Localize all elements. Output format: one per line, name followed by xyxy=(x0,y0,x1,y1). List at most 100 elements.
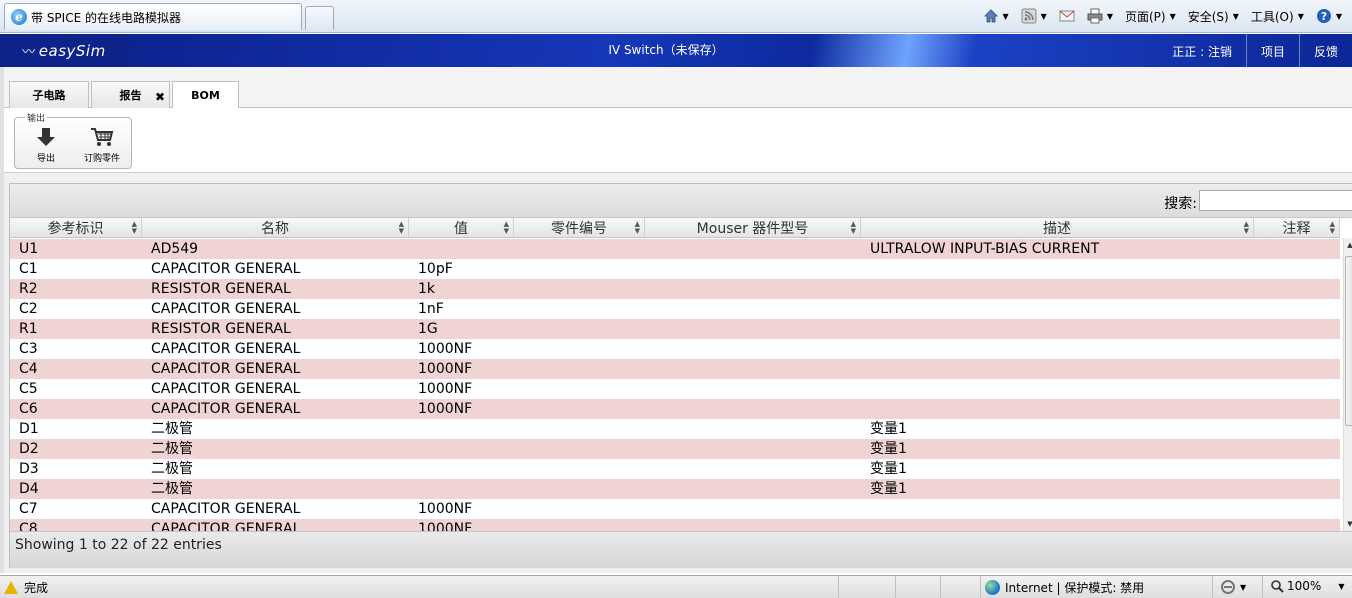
col-mouser-number-cell xyxy=(645,239,861,259)
col-mouser-number-header[interactable]: Mouser 器件型号 ▲ ▼ xyxy=(645,218,861,238)
col-name-cell: 二极管 xyxy=(151,421,193,437)
col-mouser-number-cell xyxy=(645,359,861,379)
new-tab-button[interactable] xyxy=(305,6,334,30)
col-name-cell: 二极管 xyxy=(151,481,193,497)
table-row[interactable]: U1 AD549 ULTRALOW INPUT-BIAS CURRENT xyxy=(10,239,1340,259)
tab-label: 子电路 xyxy=(32,89,66,102)
scroll-up-icon[interactable]: ▲ xyxy=(1344,238,1352,252)
scroll-thumb[interactable] xyxy=(1345,256,1352,426)
table-row[interactable]: C1 CAPACITOR GENERAL 10pF xyxy=(10,259,1340,279)
table-row[interactable]: C4 CAPACITOR GENERAL 1000NF xyxy=(10,359,1340,379)
user-logout-link[interactable]: 正正 : 注销 xyxy=(1158,34,1246,67)
toolbar: 输出 导出 订购零件 xyxy=(4,108,1352,173)
chevron-down-icon[interactable]: ▼ xyxy=(1003,12,1009,21)
chevron-down-icon[interactable]: ▼ xyxy=(1107,12,1113,21)
home-button[interactable]: ▼ xyxy=(979,6,1013,26)
mail-icon xyxy=(1059,10,1075,22)
group-label: 输出 xyxy=(25,111,48,124)
col-description-cell xyxy=(861,499,1254,519)
col-name-cell: CAPACITOR GENERAL xyxy=(151,261,301,277)
order-parts-button[interactable]: 订购零件 xyxy=(77,126,127,166)
zoom-icon xyxy=(1271,580,1284,593)
page-menu[interactable]: 页面(P) ▼ xyxy=(1121,6,1180,26)
col-description-cell: 变量1 xyxy=(870,441,907,457)
security-zone[interactable]: Internet | 保护模式: 禁用 xyxy=(985,579,1144,596)
sort-icon: ▲ ▼ xyxy=(131,220,137,235)
table-row[interactable]: C2 CAPACITOR GENERAL 1nF xyxy=(10,299,1340,319)
col-part-number-cell xyxy=(514,399,645,419)
chevron-down-icon[interactable]: ▼ xyxy=(1041,12,1047,21)
col-value-header[interactable]: 值 ▲ ▼ xyxy=(409,218,514,238)
table-row[interactable]: D4 二极管 变量1 xyxy=(10,479,1340,499)
search-input[interactable] xyxy=(1199,190,1352,211)
print-button[interactable]: ▼ xyxy=(1083,6,1117,26)
warning-icon[interactable] xyxy=(4,581,18,594)
vertical-scrollbar[interactable]: ▲ ▼ xyxy=(1343,238,1352,531)
tab-subcircuit[interactable]: 子电路 xyxy=(9,81,89,108)
col-name-cell: CAPACITOR GENERAL xyxy=(151,501,301,517)
table-row[interactable]: C8 CAPACITOR GENERAL 1000NF xyxy=(10,519,1340,531)
safety-menu[interactable]: 安全(S) ▼ xyxy=(1184,6,1243,26)
chevron-down-icon: ▼ xyxy=(1335,11,1342,21)
brand-name: easySim xyxy=(38,41,106,60)
protected-mode-button[interactable]: ▼ xyxy=(1220,579,1246,595)
table-row[interactable]: D2 二极管 变量1 xyxy=(10,439,1340,459)
browser-tab-bar: e 带 SPICE 的在线电路模拟器 ▼ ▼ ▼ 页面(P) ▼ 安全(S) ▼… xyxy=(0,0,1352,33)
table-row[interactable]: C6 CAPACITOR GENERAL 1000NF xyxy=(10,399,1340,419)
col-notes-cell xyxy=(1254,299,1340,319)
column-label: 描述 xyxy=(1043,221,1071,237)
col-value-cell xyxy=(409,239,514,259)
col-notes-cell xyxy=(1254,499,1340,519)
table-row[interactable]: C5 CAPACITOR GENERAL 1000NF xyxy=(10,379,1340,399)
close-icon[interactable]: ✖ xyxy=(155,90,165,104)
tabs-row: 子电路 报告 ✖ BOM xyxy=(4,67,1352,109)
col-part-number-header[interactable]: 零件编号 ▲ ▼ xyxy=(514,218,645,238)
col-description-cell xyxy=(861,299,1254,319)
feedback-link[interactable]: 反馈 xyxy=(1298,34,1352,67)
table-row[interactable]: R1 RESISTOR GENERAL 1G xyxy=(10,319,1340,339)
col-value-cell: 1nF xyxy=(418,301,444,317)
export-button[interactable]: 导出 xyxy=(21,126,71,166)
shield-icon xyxy=(1221,580,1235,594)
zoom-control[interactable]: 100% ▼ xyxy=(1270,579,1344,593)
table-row[interactable]: R2 RESISTOR GENERAL 1k xyxy=(10,279,1340,299)
col-description-header[interactable]: 描述 ▲ ▼ xyxy=(861,218,1254,238)
col-ref-designator-header[interactable]: 参考标识 ▲ ▼ xyxy=(10,218,142,238)
sort-icon: ▲ ▼ xyxy=(1329,220,1335,235)
status-text: 完成 xyxy=(24,581,49,595)
tools-menu[interactable]: 工具(O) ▼ xyxy=(1247,6,1308,26)
col-part-number-cell xyxy=(514,339,645,359)
projects-link[interactable]: 项目 xyxy=(1245,34,1299,67)
brand-logo[interactable]: 〰 easySim xyxy=(0,34,128,67)
browser-tab[interactable]: e 带 SPICE 的在线电路模拟器 xyxy=(4,3,302,30)
status-divider xyxy=(838,576,839,598)
feeds-button[interactable]: ▼ xyxy=(1017,6,1051,26)
scroll-down-icon[interactable]: ▼ xyxy=(1344,517,1352,531)
download-arrow-icon xyxy=(37,128,55,146)
col-mouser-number-cell xyxy=(645,439,861,459)
col-notes-cell xyxy=(1254,239,1340,259)
page-menu-label: 页面(P) xyxy=(1124,9,1166,24)
col-part-number-cell xyxy=(514,359,645,379)
tab-report[interactable]: 报告 ✖ xyxy=(91,81,170,108)
col-notes-cell xyxy=(1254,479,1340,499)
table-row[interactable]: D1 二极管 变量1 xyxy=(10,419,1340,439)
col-mouser-number-cell xyxy=(645,479,861,499)
col-description-cell xyxy=(861,319,1254,339)
mail-button[interactable] xyxy=(1055,6,1079,26)
col-ref-designator-cell: C1 xyxy=(19,261,38,277)
col-name-header[interactable]: 名称 ▲ ▼ xyxy=(142,218,409,238)
table-row[interactable]: C3 CAPACITOR GENERAL 1000NF xyxy=(10,339,1340,359)
tab-label: 报告 xyxy=(119,89,142,102)
table-row[interactable]: D3 二极管 变量1 xyxy=(10,459,1340,479)
table-row[interactable]: C7 CAPACITOR GENERAL 1000NF xyxy=(10,499,1340,519)
col-mouser-number-cell xyxy=(645,259,861,279)
col-description-cell: 变量1 xyxy=(870,421,907,437)
tab-bom[interactable]: BOM xyxy=(172,81,239,109)
col-name-cell: AD549 xyxy=(151,241,199,257)
col-ref-designator-cell: R1 xyxy=(19,321,38,337)
col-notes-header[interactable]: 注释 ▲ ▼ xyxy=(1254,218,1340,238)
help-menu[interactable]: ? ▼ xyxy=(1312,6,1346,26)
col-value-cell: 1000NF xyxy=(418,501,473,517)
col-ref-designator-cell: U1 xyxy=(19,241,39,257)
